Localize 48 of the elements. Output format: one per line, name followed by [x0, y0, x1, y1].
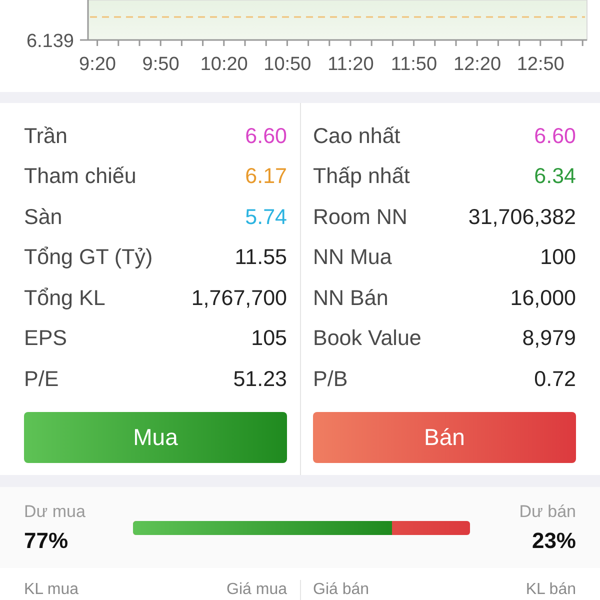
stat-value: 11.55 [234, 245, 287, 270]
stat-value: 51.23 [233, 366, 287, 392]
stat-label: NN Bán [313, 286, 388, 311]
x-axis-label: 9:20 [79, 54, 116, 75]
stat-value: 8,979 [522, 326, 576, 352]
stat-label: Room NN [313, 204, 408, 230]
y-axis [87, 0, 89, 40]
sell-button[interactable]: Bán [313, 412, 576, 463]
x-axis-label: 12:50 [516, 54, 564, 75]
column-header: KL bán [526, 582, 576, 598]
stat-label: Thấp nhất [313, 164, 410, 190]
stat-value: 6.34 [534, 164, 576, 190]
sell-surplus-label: Dư bán [519, 502, 576, 522]
stat-label: Trần [24, 124, 68, 149]
stat-label: NN Mua [313, 245, 392, 270]
stat-label: Book Value [313, 326, 422, 352]
stat-label: Sàn [24, 204, 62, 230]
stat-label: Cao nhất [313, 124, 400, 149]
stat-value: 5.74 [245, 204, 287, 230]
stat-value: 16,000 [510, 286, 576, 311]
buy-button[interactable]: Mua [24, 412, 287, 463]
x-axis-label: 10:50 [264, 54, 312, 75]
x-axis-label: 11:20 [328, 54, 374, 75]
x-axis-label: 10:20 [200, 54, 248, 75]
x-axis-label: 9:50 [142, 54, 180, 75]
stat-value: 100 [540, 245, 576, 270]
column-header: Giá bán [313, 582, 370, 598]
column-header: Giá mua [226, 582, 287, 598]
stat-label: EPS [24, 326, 68, 352]
stat-value: 0.72 [534, 366, 576, 392]
x-axis-label: 11:50 [390, 54, 438, 75]
buy-surplus-percent: 77% [24, 528, 68, 554]
column-header: KL mua [24, 582, 79, 598]
stat-value: 6.60 [245, 124, 287, 149]
stat-value: 6.17 [245, 164, 287, 190]
x-axis-label: 12:20 [454, 54, 502, 75]
stat-label: Tham chiếu [24, 164, 136, 190]
stat-value: 31,706,382 [468, 204, 576, 230]
sell-surplus-percent: 23% [532, 528, 576, 554]
stat-value: 6.60 [534, 124, 576, 149]
y-axis-label: 6.139 [26, 31, 74, 52]
stat-label: Tổng GT (Tỷ) [24, 245, 153, 270]
stat-label: P/B [313, 366, 348, 392]
stat-value: 1,767,700 [191, 286, 287, 311]
stat-label: P/E [24, 366, 59, 392]
buy-surplus-label: Dư mua [24, 502, 86, 522]
stat-label: Tổng KL [24, 286, 106, 311]
stat-value: 105 [251, 326, 287, 352]
